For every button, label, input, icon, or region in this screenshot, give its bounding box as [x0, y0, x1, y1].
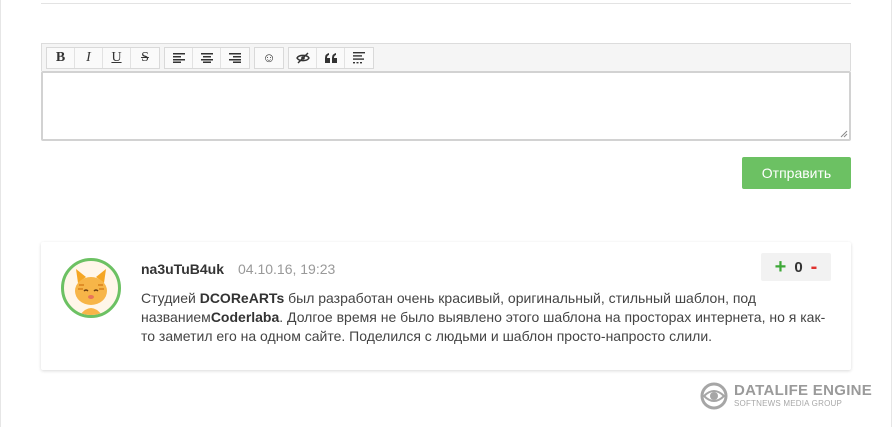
dle-logo-subtitle: SOFTNEWS MEDIA GROUP	[734, 399, 843, 408]
rate-down-button[interactable]: -	[811, 257, 818, 277]
divider	[41, 3, 851, 4]
text-style-group: B I U S	[46, 46, 160, 69]
comment-text-bold: Coderlaba	[210, 309, 280, 325]
rate-up-button[interactable]: +	[775, 257, 787, 277]
comment-author[interactable]: na3uTuB4uk	[141, 261, 224, 277]
dle-logo-text: DATALIFE ENGINE SOFTNEWS MEDIA GROUP	[734, 383, 872, 409]
bold-button[interactable]: B	[47, 47, 75, 68]
emoji-group: ☺	[254, 46, 284, 69]
spoiler-icon	[353, 51, 365, 63]
dle-logo-title: DATALIFE ENGINE	[734, 382, 873, 399]
align-right-icon	[229, 52, 241, 63]
smile-button[interactable]: ☺	[255, 48, 283, 68]
editor-toolbar: B I U S ☺	[41, 43, 851, 71]
avatar[interactable]	[61, 258, 121, 318]
align-left-icon	[172, 52, 185, 63]
rating-count: 0	[794, 258, 803, 276]
extra-group	[288, 46, 374, 69]
comment-textarea[interactable]	[41, 71, 851, 141]
comment-text: Студией DCOReARTs был разработан очень к…	[141, 289, 831, 346]
underline-button[interactable]: U	[103, 47, 131, 68]
align-group	[164, 46, 250, 69]
comment-text-bold: DCOReARTs	[199, 290, 285, 306]
comment-text-part: Студией	[141, 290, 200, 306]
comment-date: 04.10.16, 19:23	[238, 261, 336, 277]
comment-editor: B I U S ☺	[41, 43, 851, 142]
comment-card: na3uTuB4uk 04.10.16, 19:23 Студией DCORe…	[41, 242, 851, 370]
quote-button[interactable]	[317, 47, 345, 68]
strikethrough-button[interactable]: S	[131, 48, 159, 68]
align-right-button[interactable]	[221, 48, 249, 68]
cat-avatar-icon	[75, 269, 107, 315]
align-center-icon	[200, 52, 213, 63]
spoiler-button[interactable]	[345, 48, 373, 68]
hide-button[interactable]	[289, 47, 317, 68]
page-frame-right	[891, 0, 892, 427]
align-center-button[interactable]	[193, 47, 221, 68]
quote-icon	[324, 52, 337, 63]
datalife-engine-logo[interactable]: DATALIFE ENGINE SOFTNEWS MEDIA GROUP	[700, 381, 872, 411]
italic-button[interactable]: I	[75, 47, 103, 68]
submit-button[interactable]: Отправить	[742, 157, 851, 189]
dle-eye-logo-icon	[700, 382, 728, 410]
page-frame-left	[0, 0, 1, 427]
align-left-button[interactable]	[165, 47, 193, 68]
resize-handle-icon[interactable]	[840, 130, 848, 138]
eye-slash-icon	[295, 52, 310, 63]
comment-rating: + 0 -	[761, 253, 831, 281]
